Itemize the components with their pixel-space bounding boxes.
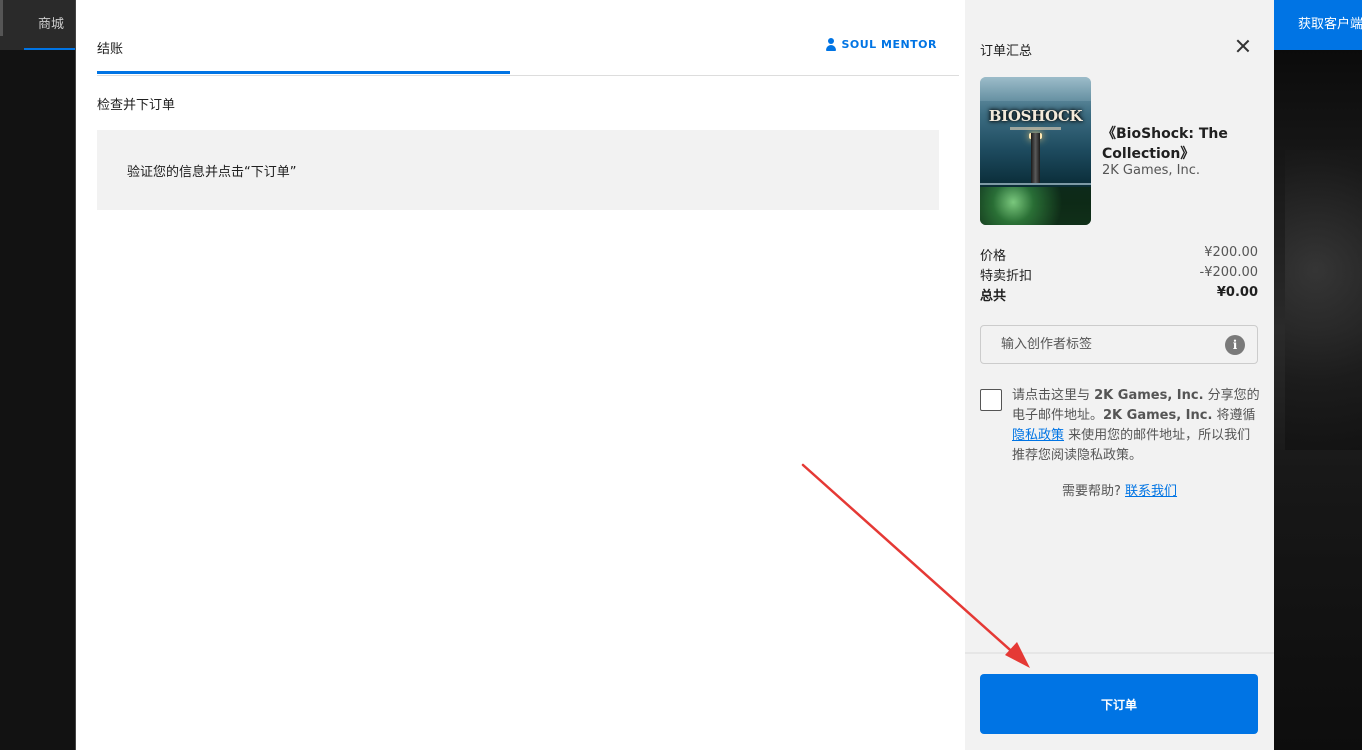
- price-value: ¥200.00: [1204, 245, 1258, 260]
- help-row: 需要帮助? 联系我们: [965, 480, 1274, 499]
- tab-checkout[interactable]: 结账: [97, 38, 123, 57]
- store-background-art-detail: [1285, 150, 1362, 450]
- user-account[interactable]: SOUL MENTOR: [825, 38, 937, 51]
- price-label: 价格: [980, 249, 1007, 264]
- get-launcher-button[interactable]: 获取客户端: [1272, 0, 1362, 50]
- section-title: 检查并下订单: [97, 98, 176, 113]
- order-summary-panel: 订单汇总 BIOSHOCK 《BioShock: The Collection》…: [965, 0, 1274, 750]
- share-email-consent-text: 请点击这里与 2K Games, Inc. 分享您的电子邮件地址。2K Game…: [1012, 388, 1260, 463]
- review-notice-text: 验证您的信息并点击“下订单”: [127, 165, 297, 180]
- store-left-edge: [0, 0, 3, 36]
- total-label: 总共: [980, 289, 1007, 304]
- creator-tag-input[interactable]: [982, 327, 1220, 362]
- close-icon[interactable]: [1233, 36, 1253, 56]
- order-summary-title: 订单汇总: [980, 44, 1033, 59]
- place-order-button[interactable]: 下订单: [980, 674, 1258, 734]
- info-icon[interactable]: i: [1225, 335, 1245, 355]
- game-cover-logo: BIOSHOCK: [988, 107, 1083, 125]
- user-icon: [825, 38, 837, 51]
- discount-label: 特卖折扣: [980, 269, 1033, 284]
- summary-bottom-divider: [965, 652, 1274, 654]
- checkout-modal: 结账 SOUL MENTOR 检查并下订单 验证您的信息并点击“下订单” 订单汇…: [75, 0, 1274, 750]
- help-text: 需要帮助?: [1061, 484, 1126, 499]
- store-nav-item[interactable]: 商城: [24, 0, 76, 50]
- price-row: 价格 ¥200.00: [980, 245, 1258, 265]
- game-title: 《BioShock: The Collection》: [1102, 126, 1228, 162]
- game-publisher: 2K Games, Inc.: [1102, 163, 1201, 178]
- game-cover-image: BIOSHOCK: [980, 77, 1091, 225]
- privacy-policy-link[interactable]: 隐私政策: [1012, 428, 1064, 443]
- share-email-checkbox[interactable]: [980, 389, 1002, 411]
- discount-value: -¥200.00: [1199, 265, 1258, 280]
- discount-row: 特卖折扣 -¥200.00: [980, 265, 1258, 285]
- tab-active-indicator: [97, 71, 510, 74]
- user-name: SOUL MENTOR: [841, 38, 937, 51]
- checkout-main-panel: 结账 SOUL MENTOR 检查并下订单 验证您的信息并点击“下订单”: [76, 0, 965, 750]
- total-value: ¥0.00: [1216, 285, 1258, 300]
- checkout-tab-row: 结账 SOUL MENTOR: [97, 0, 959, 76]
- contact-us-link[interactable]: 联系我们: [1125, 484, 1177, 499]
- total-row: 总共 ¥0.00: [980, 285, 1258, 305]
- creator-tag-field: i: [980, 325, 1258, 364]
- review-notice: 验证您的信息并点击“下订单”: [97, 130, 939, 210]
